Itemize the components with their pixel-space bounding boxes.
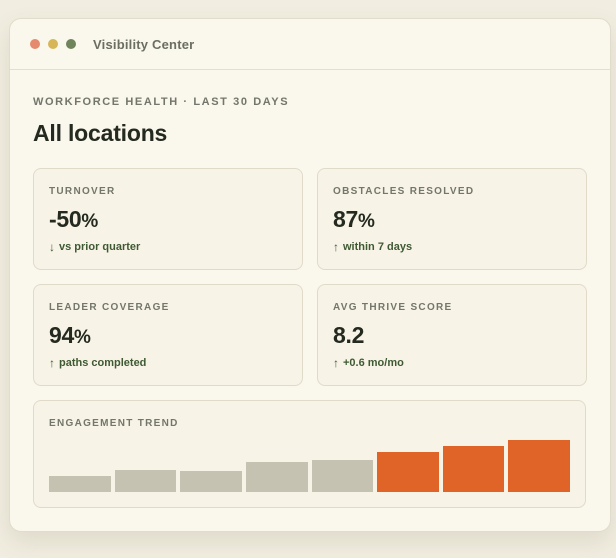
- arrow-up-icon: ↑: [333, 356, 339, 370]
- trend-bar: [114, 470, 177, 492]
- metric-change: ↑ +0.6 mo/mo: [333, 356, 404, 370]
- page-eyebrow: WORKFORCE HEALTH · LAST 30 DAYS: [33, 96, 290, 108]
- window-title: Visibility Center: [93, 36, 195, 52]
- trend-bar: [311, 460, 374, 492]
- metric-card-obstacles-resolved[interactable]: OBSTACLES RESOLVED 87% ↑ within 7 days: [317, 168, 587, 270]
- metric-value: 87%: [333, 206, 375, 232]
- trend-bar: [442, 446, 505, 492]
- metrics-grid: TURNOVER -50% ↓ vs prior quarter OBSTACLE…: [33, 168, 587, 386]
- metric-value: 94%: [49, 322, 91, 348]
- arrow-up-icon: ↑: [333, 240, 339, 254]
- engagement-trend-card[interactable]: ENGAGEMENT TREND: [33, 400, 586, 508]
- trend-bar: [245, 462, 308, 492]
- metric-card-avg-thrive-score[interactable]: AVG THRIVE SCORE 8.2 ↑ +0.6 mo/mo: [317, 284, 587, 386]
- metric-label: OBSTACLES RESOLVED: [333, 186, 475, 197]
- title-bar: Visibility Center: [10, 19, 610, 70]
- metric-change: ↑ within 7 days: [333, 240, 413, 254]
- minimize-window-button[interactable]: [48, 39, 58, 49]
- metric-change: ↑ paths completed: [49, 356, 147, 370]
- trend-bar: [508, 440, 570, 492]
- metric-card-turnover[interactable]: TURNOVER -50% ↓ vs prior quarter: [33, 168, 303, 270]
- main-content: WORKFORCE HEALTH · LAST 30 DAYS All loca…: [10, 70, 610, 508]
- engagement-trend-chart: [49, 440, 570, 492]
- metric-label: AVG THRIVE SCORE: [333, 302, 453, 313]
- maximize-window-button[interactable]: [66, 39, 76, 49]
- page-title: All locations: [33, 120, 168, 146]
- trend-bar: [377, 452, 439, 492]
- metric-value: -50%: [49, 206, 98, 232]
- metric-label: TURNOVER: [49, 186, 116, 197]
- trend-bar: [49, 476, 111, 492]
- arrow-down-icon: ↓: [49, 240, 55, 254]
- metric-card-leader-coverage[interactable]: LEADER COVERAGE 94% ↑ paths completed: [33, 284, 303, 386]
- trend-label: ENGAGEMENT TREND: [49, 418, 179, 429]
- metric-value: 8.2: [333, 322, 365, 348]
- app-window: Visibility Center WORKFORCE HEALTH · LAS…: [9, 18, 611, 532]
- close-window-button[interactable]: [30, 39, 40, 49]
- metric-change: ↓ vs prior quarter: [49, 240, 141, 254]
- trend-bar: [180, 471, 242, 492]
- arrow-up-icon: ↑: [49, 356, 55, 370]
- metric-label: LEADER COVERAGE: [49, 302, 170, 313]
